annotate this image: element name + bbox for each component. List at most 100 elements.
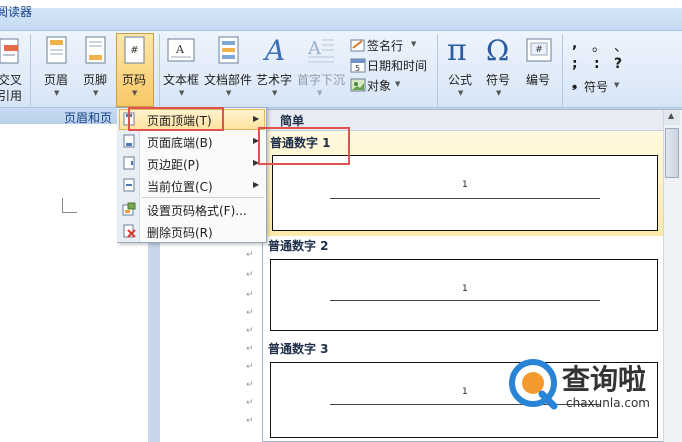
object-icon	[350, 78, 366, 92]
date-time-button[interactable]: 5 日期和时间	[349, 56, 435, 74]
menu-separator	[142, 197, 264, 198]
equation-label: 公式	[448, 73, 473, 87]
menu-item-remove-page-numbers[interactable]: 删除页码(R)	[119, 221, 265, 242]
page-number-icon: #	[124, 36, 145, 64]
paragraph-mark: ↵	[246, 344, 254, 354]
header-dropdown-arrow: ▼	[54, 89, 60, 97]
period-symbol: 。	[592, 39, 606, 55]
footer-label: 页脚	[83, 73, 108, 87]
format-page-numbers-icon	[122, 202, 136, 216]
document-parts-button[interactable]: 文档部件 ▼	[204, 34, 256, 106]
current-position-icon	[123, 178, 135, 192]
svg-text:A: A	[262, 34, 285, 64]
menu-item-format-page-numbers[interactable]: 设置页码格式(F)...	[119, 199, 265, 220]
enum-comma-symbol: 、	[614, 39, 628, 55]
svg-text:A: A	[175, 43, 185, 56]
wordart-icon: A	[262, 34, 285, 64]
cross-reference-button[interactable]: 交叉 引用	[0, 35, 26, 105]
wordart-label: 艺术字	[256, 73, 293, 87]
object-dropdown-arrow: ▼	[395, 80, 401, 88]
gallery-thumbnail[interactable]	[270, 259, 658, 331]
gallery-item-title: 普通数字 2	[268, 239, 329, 253]
svg-text:5: 5	[355, 64, 360, 73]
omega-icon: Ω	[486, 34, 509, 66]
drop-cap-label: 首字下沉	[297, 73, 346, 87]
paragraph-mark: ↵	[246, 290, 254, 300]
cross-reference-label-bottom: 引用	[0, 89, 23, 103]
menu-item-bottom-of-page[interactable]: 页面底端(B) ▶	[119, 131, 265, 152]
cross-reference-icon	[0, 38, 19, 64]
special-symbol-dropdown-arrow: ▼	[614, 81, 620, 89]
document-parts-label: 文档部件	[204, 73, 253, 87]
document-parts-icon	[218, 36, 239, 64]
wordart-dropdown-arrow: ▼	[272, 89, 278, 97]
paragraph-mark: ↵	[246, 308, 254, 318]
paragraph-mark: ↵	[246, 250, 254, 260]
window-title: 阅读器	[0, 5, 33, 19]
page-number-label: 页码	[122, 73, 147, 87]
header-rule	[330, 300, 600, 301]
window-top	[0, 0, 682, 8]
gallery-item-title: 普通数字 3	[268, 342, 329, 356]
pi-icon: π	[447, 34, 467, 66]
signature-line-icon	[350, 39, 365, 52]
header-label: 页眉	[44, 73, 69, 87]
wordart-button[interactable]: A 艺术字 ▼	[256, 34, 296, 106]
textbox-dropdown-arrow: ▼	[179, 89, 185, 97]
paragraph-mark: ↵	[246, 270, 254, 280]
margin-corner-mark	[62, 198, 77, 213]
numbering-label: 编号	[526, 73, 551, 87]
page-number-dropdown-arrow: ▼	[132, 89, 138, 97]
special-symbols-panel[interactable]: , 。 、 ; : ? ❟ 符号 ▼	[568, 36, 638, 102]
textbox-label: 文本框	[163, 73, 200, 87]
textbox-button[interactable]: A 文本框 ▼	[163, 34, 203, 106]
semicolon-symbol: ;	[572, 56, 578, 72]
watermark-domain: chaxunla.com	[566, 396, 650, 410]
scrollbar-thumb[interactable]	[665, 128, 679, 178]
drop-cap-button[interactable]: A 首字下沉 ▼	[297, 34, 345, 106]
scroll-up-icon: ▲	[668, 111, 675, 120]
paragraph-mark: ↵	[246, 380, 254, 390]
comma-symbol: ,	[572, 36, 578, 52]
symbol-button[interactable]: Ω 符号 ▼	[482, 34, 518, 106]
annotation-box-gallery	[258, 127, 350, 165]
paragraph-mark: ↵	[246, 326, 254, 336]
drop-cap-icon: A	[307, 38, 334, 63]
gallery-thumbnail[interactable]	[272, 155, 658, 231]
textbox-icon: A	[167, 38, 195, 62]
ribbon-separator	[437, 34, 438, 106]
header-rule	[330, 198, 600, 199]
special-symbol-icon: ❟	[572, 76, 578, 91]
header-button[interactable]: 页眉 ▼	[38, 34, 76, 106]
watermark-logo-icon	[509, 359, 558, 410]
drop-cap-dropdown-arrow: ▼	[317, 89, 323, 97]
menu-item-label: 页边距(P)	[147, 158, 200, 172]
paragraph-mark: ↵	[246, 398, 254, 408]
question-symbol: ?	[614, 56, 623, 72]
equation-button[interactable]: π 公式 ▼	[442, 34, 480, 106]
header-icon	[46, 36, 67, 64]
footer-icon	[85, 36, 106, 64]
submenu-arrow-icon: ▶	[253, 114, 260, 123]
svg-text:A: A	[307, 38, 322, 59]
numbering-button[interactable]: # 编号	[520, 34, 558, 106]
svg-text:#: #	[535, 45, 543, 55]
page-margins-icon	[123, 156, 135, 170]
watermark-brand: 查询啦	[562, 363, 647, 396]
svg-text:Ω: Ω	[486, 34, 509, 66]
page-number-preview: 1	[462, 387, 468, 397]
special-symbol-label: 符号	[584, 80, 609, 94]
footer-button[interactable]: 页脚 ▼	[77, 34, 115, 106]
object-button[interactable]: 对象 ▼	[349, 76, 409, 94]
signature-line-button[interactable]: 签名行 ▼	[349, 36, 419, 54]
menu-item-label: 删除页码(R)	[147, 226, 213, 240]
object-label: 对象	[367, 79, 392, 93]
paragraph-mark: ↵	[246, 416, 254, 426]
menu-item-current-position[interactable]: 当前位置(C) ▶	[119, 175, 265, 196]
cross-reference-label-top: 交叉	[0, 73, 23, 87]
numbering-icon: #	[526, 38, 552, 62]
colon-symbol: :	[594, 56, 600, 72]
menu-item-page-margins[interactable]: 页边距(P) ▶	[119, 153, 265, 174]
symbol-label: 符号	[486, 73, 511, 87]
svg-text:π: π	[447, 34, 467, 66]
